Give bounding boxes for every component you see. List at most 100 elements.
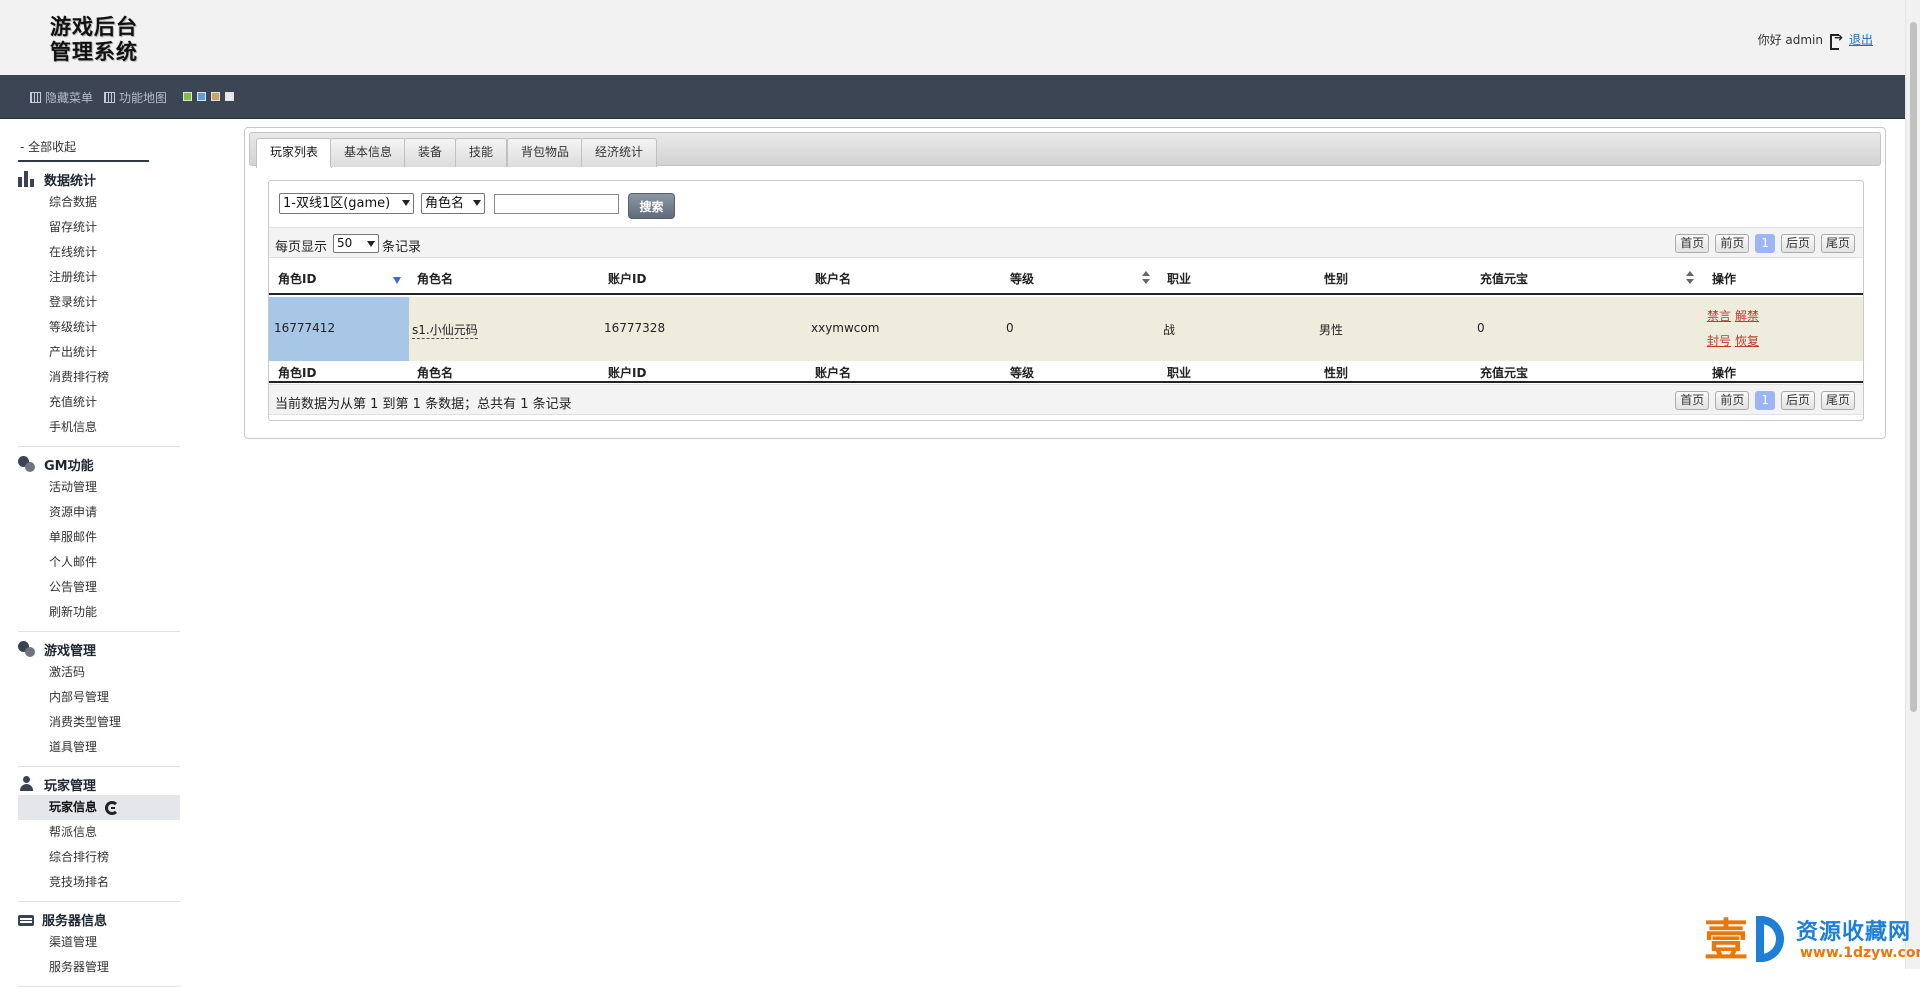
first-page-button[interactable]: 首页 <box>1675 234 1710 253</box>
page-scrollbar[interactable] <box>1905 0 1920 969</box>
sort-icon[interactable] <box>1686 271 1694 285</box>
collapse-all-link[interactable]: - 全部收起 <box>18 130 149 162</box>
sidebar-group-title[interactable]: 游戏管理 <box>18 638 180 660</box>
top-header: 游戏后台 管理系统 你好 admin 退出 <box>0 0 1905 75</box>
content-box: 1-双线1区(game) 角色名 搜索 每页显示 50 条记录 首页 前页 1 … <box>268 180 1864 421</box>
sidebar-group-title[interactable]: GM功能 <box>18 453 180 475</box>
tab-economy-stats[interactable]: 经济统计 <box>581 138 658 167</box>
sidebar-item[interactable]: 帮派信息 <box>18 820 180 845</box>
sidebar-item[interactable]: 激活码 <box>18 660 180 685</box>
group-label: GM功能 <box>44 458 94 474</box>
search-button[interactable]: 搜索 <box>628 193 675 219</box>
column-header[interactable]: 职业 <box>1167 270 1191 287</box>
sidebar-group-title[interactable]: 服务器信息 <box>18 908 180 930</box>
cell-account-name: xxymwcom <box>811 321 880 335</box>
cell-level: 0 <box>1006 321 1014 335</box>
sidebar-item[interactable]: 竞技场排名 <box>18 870 180 895</box>
sidebar-item[interactable]: 等级统计 <box>18 315 180 340</box>
mute-link[interactable]: 禁言 <box>1707 307 1731 324</box>
next-page-button[interactable]: 后页 <box>1780 391 1815 410</box>
column-header[interactable]: 等级 <box>1010 270 1034 287</box>
cell-account-id: 16777328 <box>604 321 666 335</box>
sidebar-item[interactable]: 消费排行榜 <box>18 365 180 390</box>
sidebar: - 全部收起 数据统计 综合数据 留存统计 在线统计 注册统计 登录统计 等级统… <box>18 130 186 987</box>
unmute-link[interactable]: 解禁 <box>1735 307 1759 324</box>
sidebar-item[interactable]: 留存统计 <box>18 215 180 240</box>
theme-swatch-gray[interactable] <box>225 92 234 101</box>
server-select-value: 1-双线1区(game) <box>283 196 391 211</box>
sidebar-item[interactable]: 注册统计 <box>18 265 180 290</box>
tab-bag-items[interactable]: 背包物品 <box>507 138 584 167</box>
search-input[interactable] <box>494 194 619 214</box>
chevron-down-icon <box>402 200 410 206</box>
sidebar-group-title[interactable]: 玩家管理 <box>18 773 180 795</box>
sidebar-item[interactable]: 充值统计 <box>18 390 180 415</box>
column-footer: 性别 <box>1324 366 1349 380</box>
chat-bubbles-icon <box>18 456 36 472</box>
sidebar-item[interactable]: 登录统计 <box>18 290 180 315</box>
logout-link[interactable]: 退出 <box>1849 31 1873 48</box>
logout-icon[interactable] <box>1829 31 1843 50</box>
tab-player-list[interactable]: 玩家列表 <box>256 138 333 168</box>
sidebar-item[interactable]: 服务器管理 <box>18 955 180 980</box>
sidebar-item[interactable]: 资源申请 <box>18 500 180 525</box>
prev-page-button[interactable]: 前页 <box>1715 234 1750 253</box>
prev-page-button[interactable]: 前页 <box>1715 391 1750 410</box>
last-page-button[interactable]: 尾页 <box>1820 234 1855 253</box>
sidebar-item[interactable]: 消费类型管理 <box>18 710 180 735</box>
scrollbar-thumb[interactable] <box>1910 22 1917 712</box>
table-row[interactable]: 16777412 s1.小仙元码 16777328 xxymwcom 0 战 男… <box>269 297 1863 361</box>
per-page-select[interactable]: 50 <box>333 234 379 253</box>
refresh-icon[interactable] <box>105 800 120 815</box>
theme-swatch-green[interactable] <box>183 92 192 101</box>
function-map-button[interactable]: 功能地图 <box>104 89 167 106</box>
next-page-button[interactable]: 后页 <box>1780 234 1815 253</box>
chevron-down-icon <box>473 200 481 206</box>
sidebar-item[interactable]: 内部号管理 <box>18 685 180 710</box>
app-logo[interactable]: 游戏后台 管理系统 <box>50 14 150 72</box>
column-footer: 充值元宝 <box>1480 366 1529 380</box>
sidebar-item[interactable]: 道具管理 <box>18 735 180 760</box>
sidebar-item[interactable]: 刷新功能 <box>18 600 180 625</box>
sort-desc-icon[interactable] <box>393 277 401 284</box>
sidebar-item[interactable]: 手机信息 <box>18 415 180 440</box>
restore-link[interactable]: 恢复 <box>1735 332 1759 349</box>
sidebar-item[interactable]: 活动管理 <box>18 475 180 500</box>
last-page-button[interactable]: 尾页 <box>1820 391 1855 410</box>
column-header[interactable]: 充值元宝 <box>1480 270 1528 287</box>
server-select[interactable]: 1-双线1区(game) <box>279 193 414 214</box>
cell-role-name-link[interactable]: s1.小仙元码 <box>412 321 478 339</box>
tab-basic-info[interactable]: 基本信息 <box>330 138 407 167</box>
per-page-value: 50 <box>337 236 353 250</box>
sidebar-item[interactable]: 公告管理 <box>18 575 180 600</box>
sort-icon[interactable] <box>1142 271 1150 285</box>
column-header[interactable]: 角色ID <box>278 270 316 287</box>
sidebar-item[interactable]: 渠道管理 <box>18 930 180 955</box>
column-header[interactable]: 角色名 <box>417 270 453 287</box>
sidebar-item-player-info[interactable]: 玩家信息 <box>18 795 180 820</box>
sidebar-item[interactable]: 在线统计 <box>18 240 180 265</box>
column-header[interactable]: 性别 <box>1324 270 1348 287</box>
current-page-button[interactable]: 1 <box>1755 234 1775 253</box>
tab-equipment[interactable]: 装备 <box>404 138 457 167</box>
cell-role-id: 16777412 <box>274 321 336 335</box>
ban-link[interactable]: 封号 <box>1707 332 1731 349</box>
sidebar-item[interactable]: 单服邮件 <box>18 525 180 550</box>
sidebar-item[interactable]: 综合排行榜 <box>18 845 180 870</box>
sidebar-item[interactable]: 个人邮件 <box>18 550 180 575</box>
theme-swatch-blue[interactable] <box>197 92 206 101</box>
sidebar-item[interactable]: 综合数据 <box>18 190 180 215</box>
sidebar-item[interactable]: 产出统计 <box>18 340 180 365</box>
theme-swatch-brown[interactable] <box>211 92 220 101</box>
sidebar-group-title[interactable]: 数据统计 <box>18 168 180 190</box>
column-header[interactable]: 账户ID <box>608 270 646 287</box>
hide-menu-button[interactable]: 隐藏菜单 <box>30 89 93 106</box>
current-page-button[interactable]: 1 <box>1755 391 1775 410</box>
column-header[interactable]: 账户名 <box>815 270 851 287</box>
field-select[interactable]: 角色名 <box>421 193 485 214</box>
tab-skills[interactable]: 技能 <box>455 138 508 167</box>
field-select-value: 角色名 <box>425 196 465 211</box>
first-page-button[interactable]: 首页 <box>1675 391 1710 410</box>
watermark-title: 资源收藏网 <box>1796 920 1912 945</box>
hide-menu-label: 隐藏菜单 <box>45 91 94 105</box>
